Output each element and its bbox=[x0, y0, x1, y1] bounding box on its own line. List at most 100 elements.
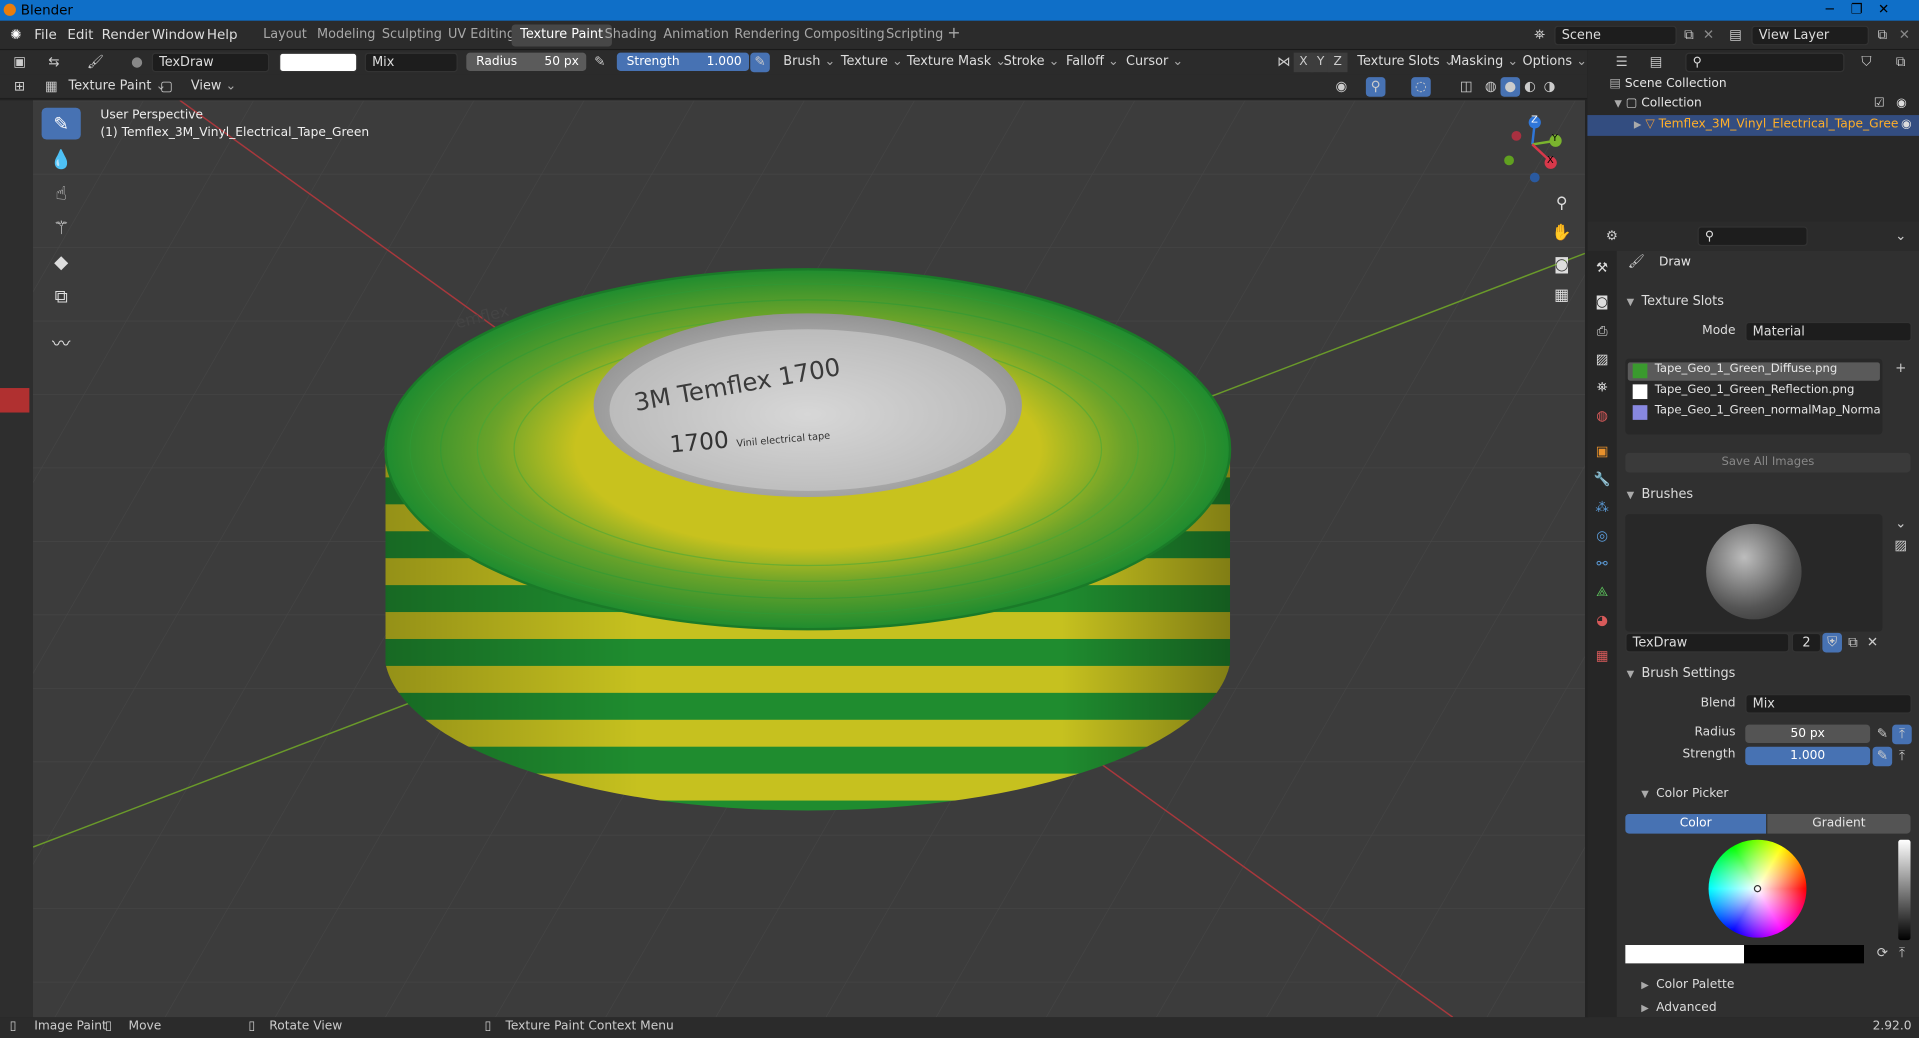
object-row[interactable]: ▶ ▽ Temflex_3M_Vinyl_Electrical_Tape_Gre… bbox=[1587, 115, 1919, 136]
blend-dropdown[interactable]: Mix bbox=[1745, 694, 1912, 714]
menu-edit[interactable]: Edit bbox=[67, 27, 93, 43]
scene-tab-icon[interactable]: ⛯ bbox=[1592, 378, 1612, 398]
tool-properties-tab-icon[interactable]: ⚒ bbox=[1592, 258, 1612, 278]
strength-slider[interactable]: Strength 1.000 bbox=[616, 52, 750, 71]
add-texture-slot-icon[interactable]: + bbox=[1891, 359, 1911, 379]
unlink-brush-icon[interactable]: ✕ bbox=[1863, 633, 1883, 653]
brush-color-swatch[interactable] bbox=[279, 52, 358, 73]
swap-colors-icon[interactable]: ⟳ bbox=[1873, 944, 1893, 964]
strength-pressure-icon[interactable]: ✎ bbox=[750, 52, 770, 73]
editor-type-3d-icon[interactable]: ⊞ bbox=[10, 77, 30, 97]
symmetry-icon[interactable]: ⋈ bbox=[1274, 53, 1294, 73]
collection-checkbox-icon[interactable]: ☑ bbox=[1874, 97, 1885, 110]
texture-mask-dropdown[interactable]: Texture Mask bbox=[902, 53, 1011, 73]
tool-settings-icon[interactable]: ⇆ bbox=[44, 53, 64, 73]
texture-slots-dropdown[interactable]: Texture Slots bbox=[1352, 53, 1459, 73]
stroke-dropdown[interactable]: Stroke bbox=[999, 53, 1065, 73]
collection-expand-icon[interactable]: ▼ bbox=[1614, 98, 1622, 109]
properties-options-icon[interactable]: ⌄ bbox=[1891, 226, 1911, 246]
save-all-images-button[interactable]: Save All Images bbox=[1625, 452, 1911, 473]
strength-unit-toggle-icon[interactable]: ⤒ bbox=[1892, 747, 1912, 767]
clone-tool-icon[interactable]: ⚚ bbox=[42, 212, 81, 244]
scene-field[interactable]: Scene bbox=[1554, 25, 1677, 46]
cursor-dropdown[interactable]: Cursor bbox=[1121, 53, 1188, 73]
material-shading-icon[interactable]: ◐ bbox=[1520, 77, 1540, 97]
gizmo-toggle-icon[interactable]: ⚲ bbox=[1365, 77, 1386, 97]
brushes-panel-header[interactable]: ▼ Brushes bbox=[1619, 484, 1916, 508]
texture-tab-icon[interactable]: ▦ bbox=[1592, 646, 1612, 666]
strength-settings-slider[interactable]: 1.000 bbox=[1745, 746, 1871, 766]
scene-collection-row[interactable]: ▤ Scene Collection bbox=[1609, 77, 1726, 90]
new-view-layer-icon[interactable]: ⧉ bbox=[1873, 26, 1893, 46]
brush-dropdown[interactable]: Brush bbox=[778, 53, 840, 73]
color-tab[interactable]: Color bbox=[1625, 814, 1767, 834]
brush-icon[interactable]: 🖌 bbox=[86, 53, 106, 73]
physics-tab-icon[interactable]: ◎ bbox=[1592, 526, 1612, 546]
color-picker-subpanel-header[interactable]: ▼ Color Picker bbox=[1634, 783, 1919, 807]
mode-dropdown-properties[interactable]: Material bbox=[1745, 321, 1912, 342]
value-slider[interactable] bbox=[1898, 839, 1911, 941]
menu-window[interactable]: Window bbox=[152, 27, 205, 43]
menu-render[interactable]: Render bbox=[102, 27, 150, 43]
current-color-swatch[interactable] bbox=[1625, 945, 1745, 964]
material-tab-icon[interactable]: ◕ bbox=[1592, 611, 1612, 631]
soften-tool-icon[interactable]: 💧 bbox=[42, 143, 81, 175]
xray-toggle-icon[interactable]: ◫ bbox=[1456, 77, 1476, 97]
data-tab-icon[interactable]: ⟁ bbox=[1592, 583, 1612, 603]
outliner-editor-icon[interactable]: ☰ bbox=[1612, 53, 1632, 73]
visibility-icon[interactable]: ◉ bbox=[1332, 77, 1352, 97]
editor-type-icon[interactable]: ▣ bbox=[10, 53, 30, 73]
object-expand-icon[interactable]: ▶ bbox=[1634, 119, 1642, 130]
object-visibility-icon[interactable]: ◉ bbox=[1901, 118, 1912, 131]
brush-preview-area[interactable] bbox=[1625, 514, 1883, 632]
radius-slider[interactable]: Radius 50 px bbox=[466, 52, 587, 71]
blend-mode-dropdown[interactable]: Mix bbox=[364, 52, 458, 73]
new-collection-icon[interactable]: ⧉ bbox=[1891, 53, 1911, 73]
constraints-tab-icon[interactable]: ⚯ bbox=[1592, 555, 1612, 575]
delete-scene-icon[interactable]: ✕ bbox=[1699, 26, 1719, 46]
annotate-tool-icon[interactable]: 〰 bbox=[42, 328, 81, 360]
rendered-shading-icon[interactable]: ◑ bbox=[1540, 77, 1560, 97]
mirror-z-toggle[interactable]: Z bbox=[1327, 52, 1348, 73]
view-layer-tab-icon[interactable]: ▨ bbox=[1592, 350, 1612, 370]
zoom-view-icon[interactable]: ⚲ bbox=[1547, 190, 1576, 219]
brush-users-count[interactable]: 2 bbox=[1791, 632, 1822, 653]
brush-settings-panel-header[interactable]: ▼ Brush Settings bbox=[1619, 662, 1916, 686]
blender-menu-icon[interactable]: ✺ bbox=[6, 26, 26, 46]
color-wheel[interactable] bbox=[1708, 839, 1807, 938]
camera-view-icon[interactable]: ◙ bbox=[1547, 251, 1576, 280]
texture-slots-panel-header[interactable]: ▼ Texture Slots bbox=[1619, 290, 1916, 314]
delete-view-layer-icon[interactable]: ✕ bbox=[1895, 26, 1915, 46]
tab-layout[interactable]: Layout bbox=[255, 24, 316, 46]
radius-pressure-icon[interactable]: ✎ bbox=[590, 53, 610, 73]
render-properties-tab-icon[interactable]: ◙ bbox=[1592, 293, 1612, 313]
mask-tool-icon[interactable]: ⧉ bbox=[42, 280, 81, 312]
mode-dropdown[interactable]: Texture Paint bbox=[64, 77, 172, 97]
properties-search-input[interactable]: ⚲ bbox=[1697, 226, 1808, 247]
duplicate-brush-icon[interactable]: ⧉ bbox=[1843, 633, 1863, 653]
gradient-tab[interactable]: Gradient bbox=[1767, 814, 1911, 834]
collection-visibility-icon[interactable]: ◉ bbox=[1896, 97, 1907, 110]
display-mode-icon[interactable]: ▤ bbox=[1646, 53, 1666, 73]
paint-mask-icon[interactable]: ▢ bbox=[157, 77, 177, 97]
draw-tool-icon[interactable]: ✎ bbox=[41, 107, 81, 140]
navigation-gizmo[interactable]: Z Y X bbox=[1492, 110, 1565, 183]
pan-view-icon[interactable]: ✋ bbox=[1547, 219, 1576, 248]
color-palette-subpanel-header[interactable]: ▶ Color Palette bbox=[1634, 974, 1919, 998]
fill-tool-icon[interactable]: ◆ bbox=[42, 246, 81, 278]
menu-help[interactable]: Help bbox=[207, 27, 238, 43]
ortho-toggle-icon[interactable]: ▦ bbox=[1547, 282, 1576, 311]
output-properties-tab-icon[interactable]: ⎙ bbox=[1592, 322, 1612, 342]
view-layer-field[interactable]: View Layer bbox=[1751, 25, 1869, 46]
filter-icon[interactable]: ⛉ bbox=[1857, 53, 1877, 73]
secondary-color-swatch[interactable] bbox=[1744, 945, 1864, 964]
menu-file[interactable]: File bbox=[34, 27, 57, 43]
fake-user-shield-icon[interactable]: ⛨ bbox=[1822, 632, 1842, 653]
brush-image-icon[interactable]: ▨ bbox=[1891, 536, 1911, 556]
solid-shading-icon[interactable]: ● bbox=[1500, 77, 1521, 97]
outliner-search-input[interactable]: ⚲ bbox=[1685, 52, 1845, 73]
radius-settings-slider[interactable]: 50 px bbox=[1745, 724, 1871, 744]
brush-name-datablock[interactable]: TexDraw bbox=[1625, 632, 1790, 653]
world-tab-icon[interactable]: ◍ bbox=[1592, 406, 1612, 426]
minimize-button[interactable]: ─ bbox=[1816, 0, 1843, 20]
